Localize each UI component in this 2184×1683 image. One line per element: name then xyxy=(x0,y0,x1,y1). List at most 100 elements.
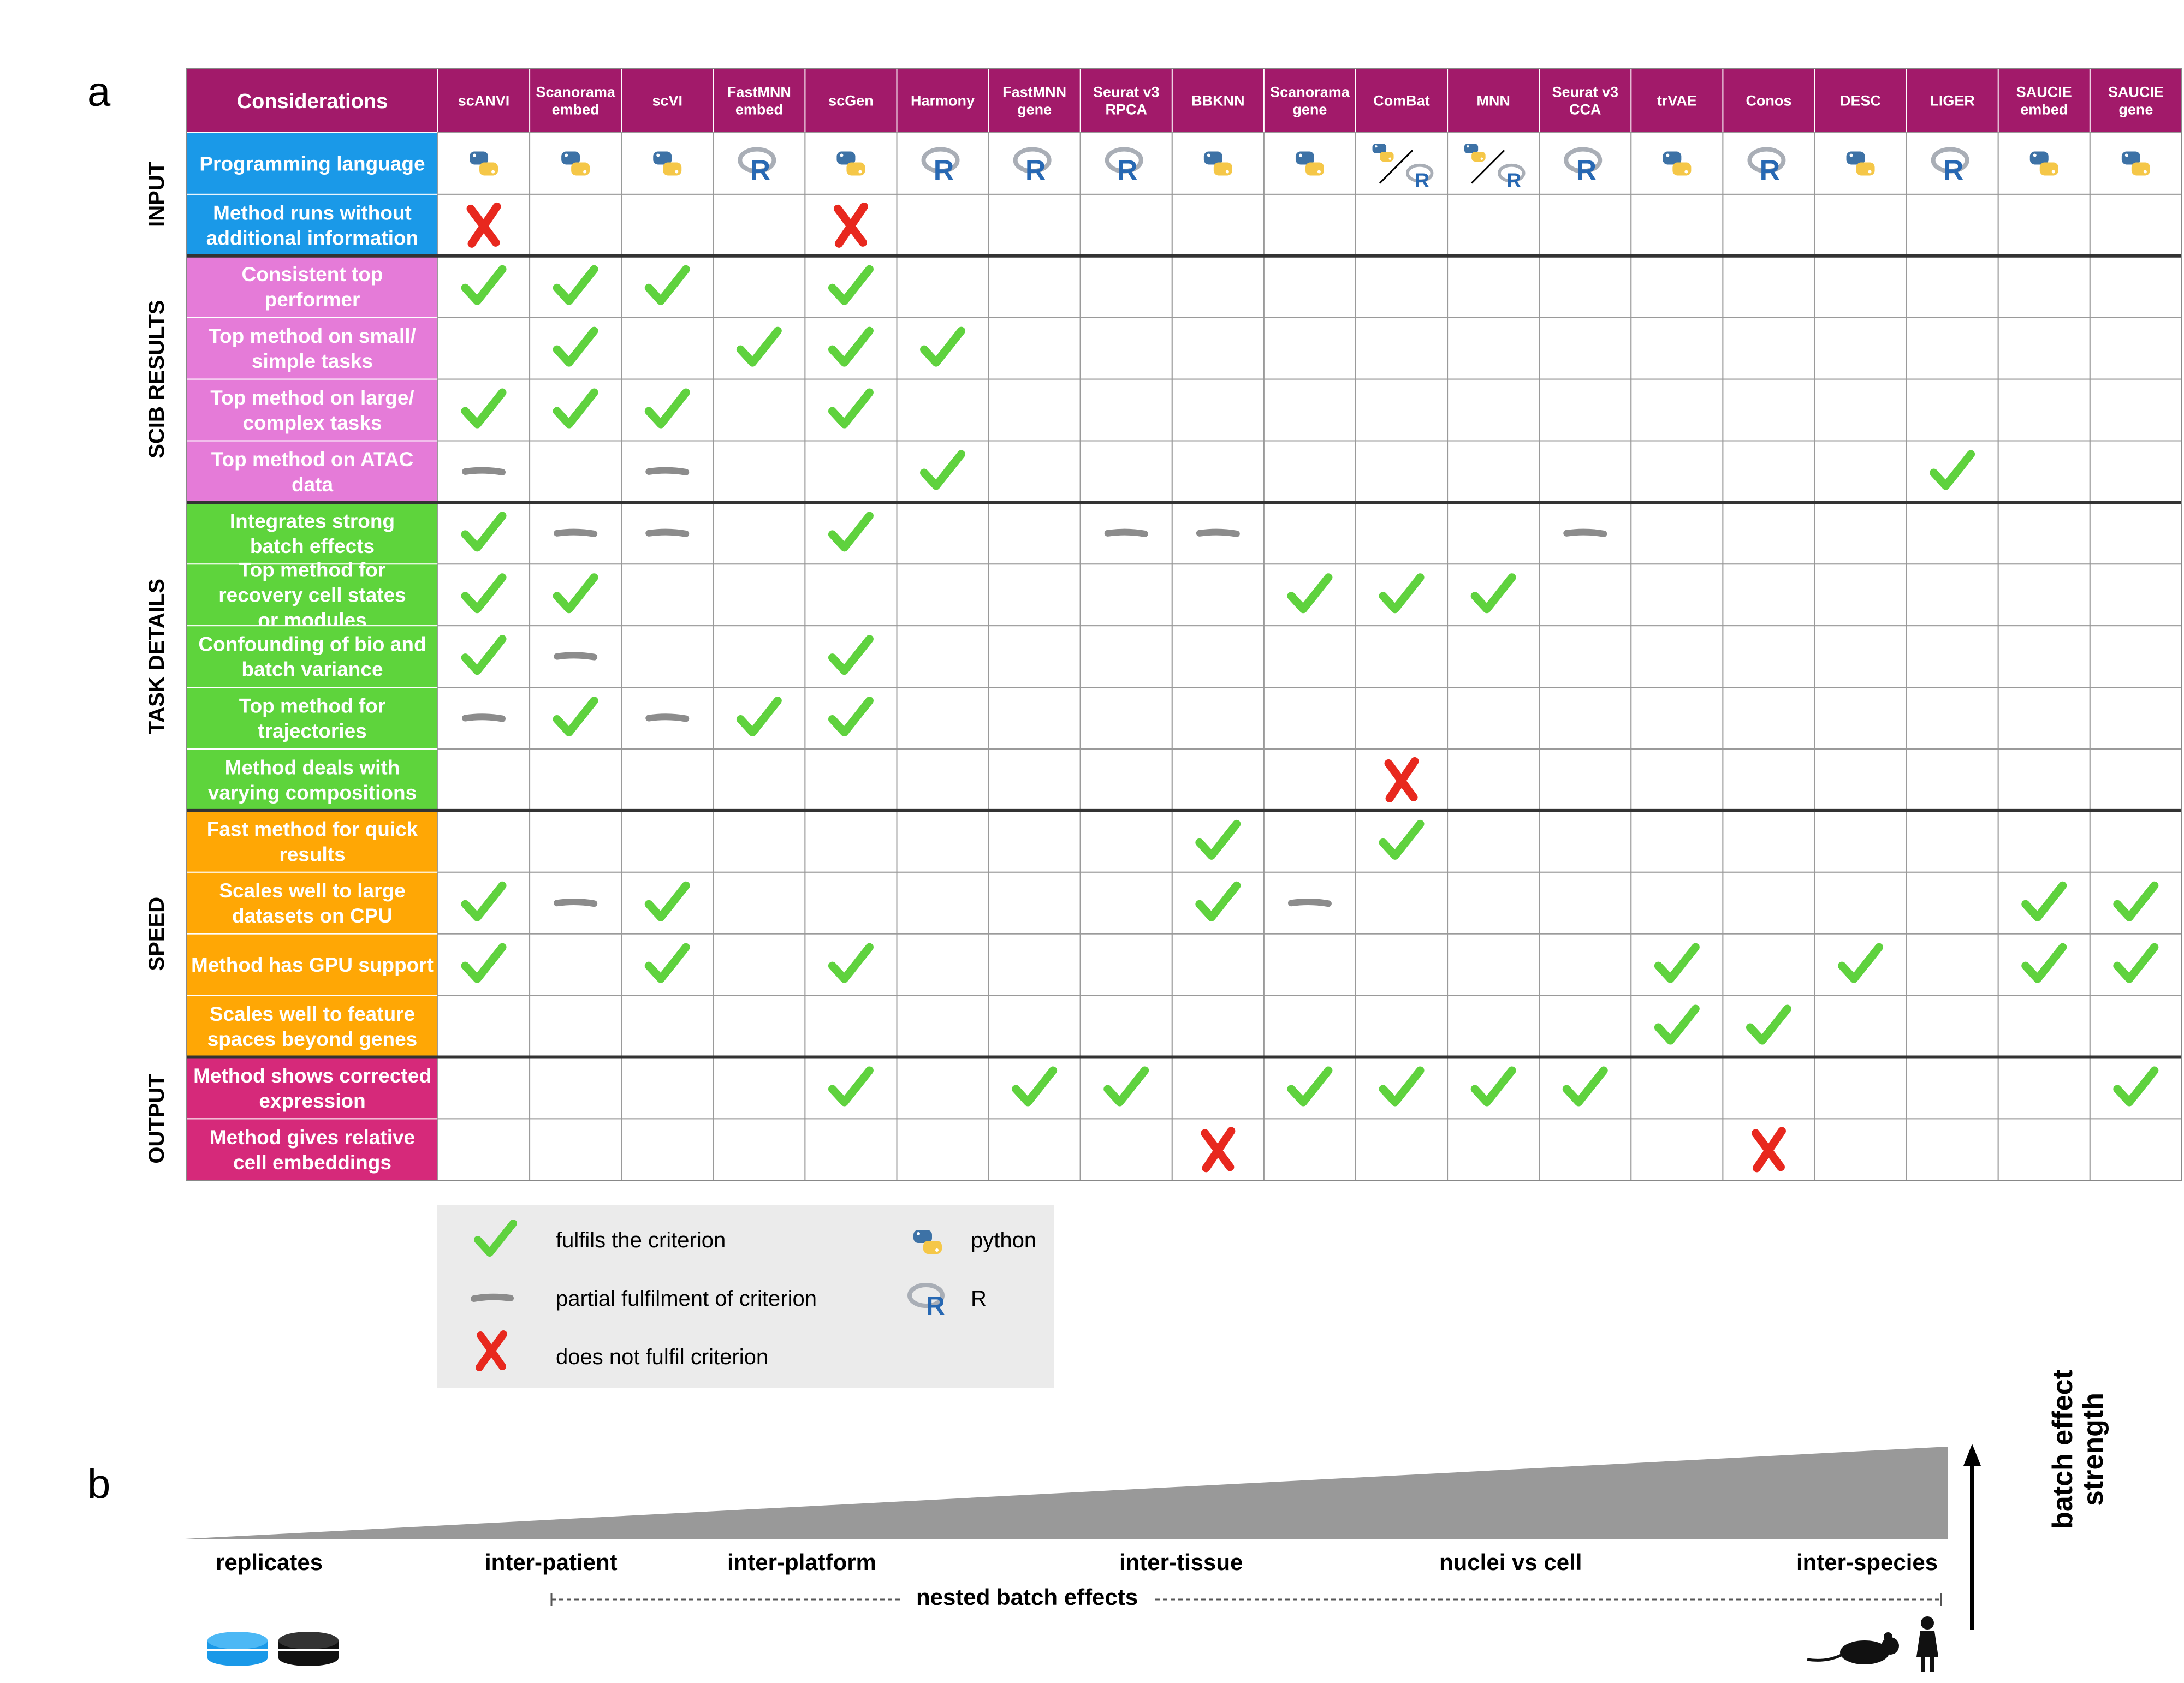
matrix-cell xyxy=(1263,193,1356,257)
matrix-cell xyxy=(1722,810,1815,873)
inter-platform-label: inter-platform xyxy=(727,1549,876,1575)
matrix-cell xyxy=(1263,933,1356,996)
matrix-cell xyxy=(437,995,531,1058)
matrix-cell xyxy=(1539,563,1632,627)
matrix-cell xyxy=(896,995,989,1058)
matrix-cell xyxy=(1079,317,1173,380)
matrix-cell xyxy=(1171,687,1265,750)
matrix-cell xyxy=(1263,810,1356,873)
matrix-cell xyxy=(437,810,531,873)
matrix-cell xyxy=(988,933,1081,996)
matrix-cell xyxy=(621,995,714,1058)
matrix-cell xyxy=(1263,748,1356,811)
dash-icon xyxy=(1196,528,1240,537)
inter-tissue-label: inter-tissue xyxy=(1119,1549,1243,1575)
svg-text:R: R xyxy=(1117,154,1138,186)
matrix-cell xyxy=(988,1118,1081,1181)
svg-text:R: R xyxy=(1506,169,1521,192)
method-header: Conos xyxy=(1746,92,1791,109)
method-header: LIGER xyxy=(1930,92,1975,109)
matrix-cell xyxy=(1171,440,1265,503)
matrix-cell xyxy=(1997,563,2091,627)
matrix-cell xyxy=(1355,132,1449,195)
matrix-cell xyxy=(1630,871,1724,935)
matrix-cell xyxy=(621,810,714,873)
matrix-cell xyxy=(1079,810,1173,873)
matrix-cell xyxy=(1997,440,2091,503)
dash-icon xyxy=(554,898,598,907)
matrix-cell xyxy=(1171,933,1265,996)
matrix-cell xyxy=(1079,625,1173,688)
matrix-cell xyxy=(1814,1056,1907,1120)
matrix-cell xyxy=(804,810,898,873)
matrix-cell xyxy=(1355,193,1449,257)
panel-b-letter: b xyxy=(87,1461,111,1507)
matrix-cell xyxy=(713,1118,806,1181)
method-header: scANVI xyxy=(458,92,510,109)
matrix-cell xyxy=(988,317,1081,380)
matrix-cell xyxy=(896,255,989,318)
matrix-cell xyxy=(621,317,714,380)
matrix-cell xyxy=(1630,748,1724,811)
matrix-cell xyxy=(1814,255,1907,318)
matrix-cell xyxy=(1447,132,1540,195)
matrix-cell xyxy=(988,440,1081,503)
method-header: Harmony xyxy=(911,92,975,109)
matrix-cell xyxy=(1079,255,1173,318)
matrix-cell xyxy=(2089,810,2182,873)
matrix-cell xyxy=(1814,810,1907,873)
nested-batch-effects-label: nested batch effects xyxy=(916,1584,1138,1610)
matrix-cell xyxy=(1630,440,1724,503)
inter-species-label: inter-species xyxy=(1796,1549,1938,1575)
matrix-cell xyxy=(1447,378,1540,442)
matrix-cell xyxy=(1355,1118,1449,1181)
matrix-cell xyxy=(896,1056,989,1120)
legend-not-label: does not fulfil criterion xyxy=(556,1345,769,1369)
matrix-cell xyxy=(1539,193,1632,257)
dash-icon xyxy=(554,528,598,537)
matrix-cell xyxy=(1814,317,1907,380)
matrix-cell xyxy=(1447,810,1540,873)
matrix-cell xyxy=(1722,871,1815,935)
matrix-cell xyxy=(529,810,622,873)
matrix-cell xyxy=(1263,378,1356,442)
matrix-cell xyxy=(896,625,989,688)
matrix-cell xyxy=(1906,1056,1999,1120)
matrix-cell xyxy=(713,193,806,257)
matrix-cell xyxy=(1997,625,2091,688)
matrix-cell xyxy=(1079,687,1173,750)
matrix-cell xyxy=(1079,378,1173,442)
matrix-cell xyxy=(713,563,806,627)
matrix-cell xyxy=(1355,317,1449,380)
matrix-cell xyxy=(1997,378,2091,442)
matrix-cell xyxy=(896,563,989,627)
matrix-cell xyxy=(896,871,989,935)
matrix-cell xyxy=(1263,1118,1356,1181)
matrix-cell xyxy=(1630,193,1724,257)
matrix-cell xyxy=(1079,440,1173,503)
matrix-cell xyxy=(1814,193,1907,257)
matrix-cell xyxy=(1079,563,1173,627)
svg-text:R: R xyxy=(1025,154,1046,186)
matrix-cell xyxy=(988,193,1081,257)
considerations-header: Considerations xyxy=(237,90,388,113)
matrix-cell xyxy=(988,810,1081,873)
matrix-cell xyxy=(529,748,622,811)
matrix-cell xyxy=(1906,1118,1999,1181)
matrix-cell xyxy=(1630,687,1724,750)
matrix-cell xyxy=(1630,1056,1724,1120)
matrix-cell xyxy=(1814,687,1907,750)
matrix-cell xyxy=(2089,317,2182,380)
matrix-cell xyxy=(1814,871,1907,935)
section-label: SPEED xyxy=(145,897,169,971)
matrix-cell xyxy=(2089,687,2182,750)
matrix-cell xyxy=(713,378,806,442)
inter-patient-label: inter-patient xyxy=(485,1549,618,1575)
matrix-cell xyxy=(1906,810,1999,873)
matrix-cell xyxy=(1906,687,1999,750)
matrix-cell xyxy=(437,1118,531,1181)
matrix-cell xyxy=(1263,255,1356,318)
matrix-cell xyxy=(1539,378,1632,442)
matrix-cell xyxy=(1997,995,2091,1058)
matrix-cell xyxy=(1539,1118,1632,1181)
